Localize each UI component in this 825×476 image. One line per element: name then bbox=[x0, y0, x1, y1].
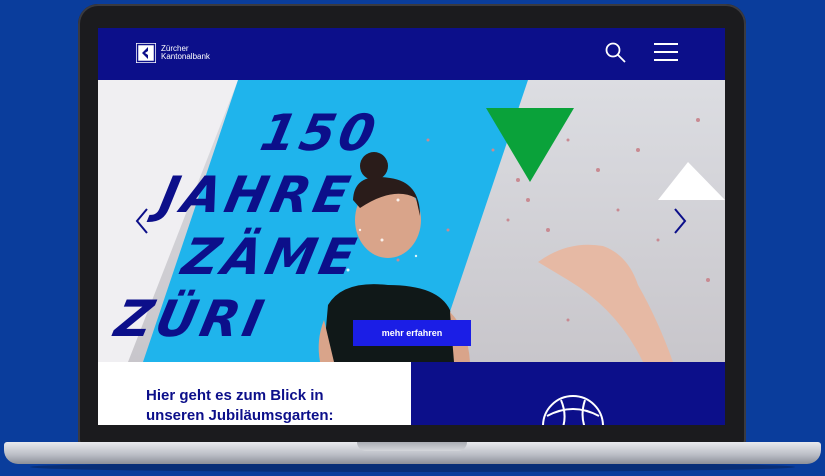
chevron-left-icon bbox=[135, 208, 148, 234]
hero-title-line: ZÜRI bbox=[110, 290, 273, 348]
hero-title-line: JAHRE bbox=[154, 166, 359, 224]
hamburger-menu-button[interactable] bbox=[654, 43, 678, 63]
search-button[interactable] bbox=[604, 41, 628, 65]
hamburger-menu-icon-bar bbox=[654, 59, 678, 61]
zkb-key-icon bbox=[136, 43, 156, 63]
hamburger-menu-icon-bar bbox=[654, 43, 678, 45]
hero-banner: 150 JAHRE ZÄME ZÜRI mehr erfahren bbox=[98, 80, 725, 362]
brand-name-line2: Kantonalbank bbox=[161, 52, 210, 61]
globe-icon bbox=[542, 395, 604, 425]
site-header: Zürcher Kantonalbank bbox=[98, 28, 725, 80]
search-icon bbox=[605, 42, 626, 63]
teaser-image-panel bbox=[411, 362, 725, 425]
hand-photo bbox=[538, 244, 673, 362]
teaser-text: Hier geht es zum Blick in unseren Jubilä… bbox=[146, 387, 334, 424]
hamburger-menu-icon-bar bbox=[654, 51, 678, 53]
chevron-right-icon bbox=[674, 208, 687, 234]
brand-name: Zürcher Kantonalbank bbox=[161, 45, 221, 61]
hero-title-line: ZÄME bbox=[177, 228, 365, 286]
white-triangle-shape bbox=[658, 162, 725, 200]
carousel-prev-button[interactable] bbox=[134, 207, 150, 235]
laptop-notch bbox=[357, 442, 467, 451]
mehr-erfahren-button[interactable]: mehr erfahren bbox=[353, 320, 471, 346]
laptop-screen: Zürcher Kantonalbank 150 JAHRE ZÄME ZÜRI… bbox=[98, 28, 725, 425]
brand-logo[interactable]: Zürcher Kantonalbank bbox=[136, 43, 221, 63]
teaser-card[interactable]: Hier geht es zum Blick in unseren Jubilä… bbox=[98, 362, 411, 425]
carousel-next-button[interactable] bbox=[672, 207, 688, 235]
hero-title-line: 150 bbox=[255, 104, 385, 162]
